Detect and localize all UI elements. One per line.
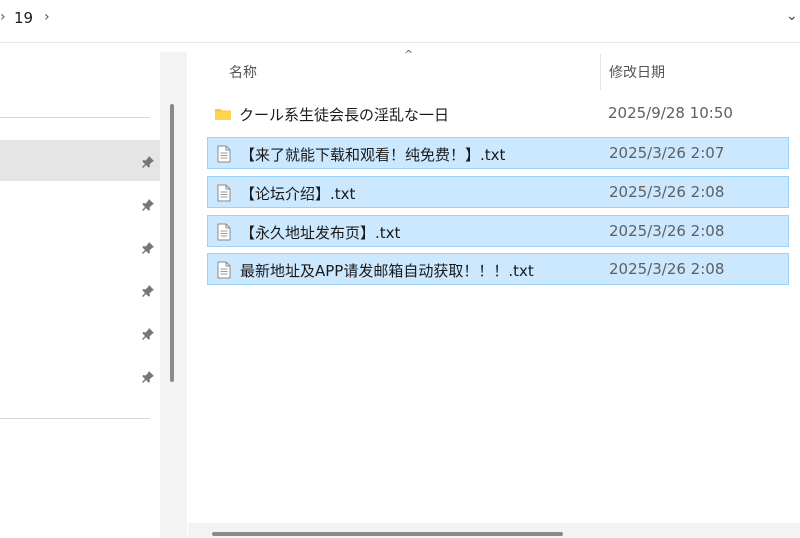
file-name: 【永久地址发布页】.txt — [240, 224, 401, 242]
breadcrumb-chevron-icon[interactable]: › — [0, 9, 6, 25]
text-file-icon — [217, 223, 231, 241]
pin-icon[interactable] — [140, 197, 156, 213]
breadcrumb-current-folder[interactable]: 19 — [14, 9, 33, 27]
file-row-txt[interactable]: 【来了就能下载和观看！纯免费！】.txt 2025/3/26 2:07 — [207, 137, 789, 169]
file-date-modified: 2025/3/26 2:08 — [609, 183, 725, 201]
nav-vertical-scrollbar-thumb[interactable] — [170, 104, 174, 382]
column-header-name[interactable]: 名称 — [229, 62, 257, 82]
file-row-txt[interactable]: 【论坛介绍】.txt 2025/3/26 2:08 — [207, 176, 789, 208]
nav-divider — [0, 418, 150, 419]
nav-divider — [0, 117, 150, 118]
file-date-modified: 2025/3/26 2:08 — [609, 222, 725, 240]
column-header-date-modified[interactable]: 修改日期 — [609, 62, 665, 82]
file-name: クール系生徒会長の淫乱な一日 — [239, 106, 450, 124]
file-date-modified: 2025/3/26 2:07 — [609, 144, 725, 162]
address-dropdown-chevron-icon[interactable]: ⌄ — [786, 8, 798, 24]
pin-icon[interactable] — [140, 326, 156, 342]
file-row-txt[interactable]: 最新地址及APP请发邮箱自动获取！！！.txt 2025/3/26 2:08 — [207, 253, 789, 285]
file-date-modified: 2025/9/28 10:50 — [608, 104, 733, 122]
pin-icon[interactable] — [140, 283, 156, 299]
address-bar[interactable]: › 19 › ⌄ — [0, 0, 800, 43]
pin-icon[interactable] — [140, 154, 156, 170]
text-file-icon — [217, 261, 231, 279]
navigation-pane[interactable] — [0, 43, 160, 538]
file-date-modified: 2025/3/26 2:08 — [609, 260, 725, 278]
file-name: 【论坛介绍】.txt — [240, 185, 356, 203]
pin-icon[interactable] — [140, 240, 156, 256]
file-name: 最新地址及APP请发邮箱自动获取！！！.txt — [240, 262, 534, 280]
folder-icon — [215, 109, 231, 120]
file-row-txt[interactable]: 【永久地址发布页】.txt 2025/3/26 2:08 — [207, 215, 789, 247]
column-separator[interactable] — [600, 54, 601, 90]
nav-item-selected[interactable] — [0, 140, 160, 181]
file-explorer-window: › 19 › ⌄ ^ 名称 修改日期 クール系生徒会長の淫乱な一日 2025/9… — [0, 0, 800, 538]
horizontal-scrollbar-thumb[interactable] — [212, 532, 563, 536]
file-row-folder[interactable]: クール系生徒会長の淫乱な一日 2025/9/28 10:50 — [207, 98, 789, 130]
file-name: 【来了就能下载和观看！纯免费！】.txt — [240, 146, 506, 164]
text-file-icon — [217, 145, 231, 163]
sort-ascending-icon: ^ — [404, 48, 414, 61]
breadcrumb-chevron-icon[interactable]: › — [44, 9, 50, 25]
text-file-icon — [217, 184, 231, 202]
pin-icon[interactable] — [140, 369, 156, 385]
